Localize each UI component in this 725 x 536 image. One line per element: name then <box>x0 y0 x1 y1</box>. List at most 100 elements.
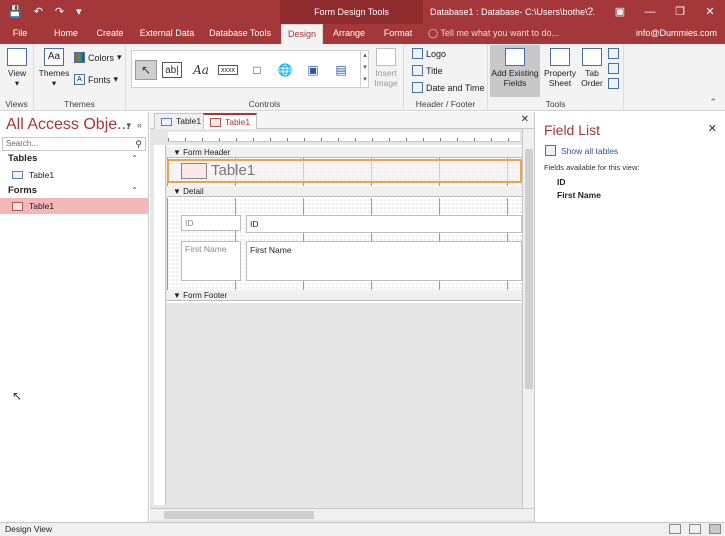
mouse-cursor-icon: ↖ <box>12 389 23 403</box>
tab-format[interactable]: Format <box>378 24 418 44</box>
field-list-pane: Field List ✕ Show all tables Fields avai… <box>534 112 725 522</box>
tab-order-button[interactable]: Tab Order <box>580 48 604 88</box>
lightbulb-icon: ◯ <box>428 28 439 38</box>
field-item-id[interactable]: ID <box>557 177 566 187</box>
logo-placeholder[interactable] <box>181 163 207 179</box>
field-item-first-name[interactable]: First Name <box>557 190 601 200</box>
close-field-list-icon[interactable]: ✕ <box>708 122 717 135</box>
fonts-button[interactable]: A Fonts ▾ <box>74 74 118 85</box>
form-view-icon[interactable] <box>669 524 681 534</box>
gallery-scroll[interactable]: ▴ ▾ ▾ <box>360 50 369 88</box>
tab-order-icon <box>582 48 602 66</box>
undo-icon[interactable]: ↶ <box>34 5 43 18</box>
title-label: Title <box>426 65 443 76</box>
group-header-footer: Logo Title Date and Time Header / Footer <box>404 44 488 111</box>
tab-arrange[interactable]: Arrange <box>328 24 370 44</box>
layout-view-icon[interactable] <box>689 524 701 534</box>
tab-home[interactable]: Home <box>48 24 84 44</box>
form-footer-bar[interactable]: ▼ Form Footer <box>167 290 522 301</box>
logo-button[interactable]: Logo <box>412 48 446 59</box>
help-icon[interactable]: ? <box>575 0 605 24</box>
insert-image-icon <box>376 48 396 66</box>
tab-design[interactable]: Design <box>281 24 323 44</box>
date-time-button[interactable]: Date and Time <box>412 82 485 93</box>
select-pointer-icon[interactable]: ↖ <box>135 60 157 80</box>
tools-group-label: Tools <box>545 99 566 109</box>
tab-database-tools[interactable]: Database Tools <box>204 24 276 44</box>
horizontal-scrollbar[interactable] <box>150 508 534 520</box>
id-text-control[interactable]: ID <box>246 215 522 233</box>
tab-create[interactable]: Create <box>90 24 130 44</box>
nav-item-form-table1[interactable]: Table1 <box>0 198 148 214</box>
nav-menu-icon[interactable]: ▾ <box>126 120 131 131</box>
title-button[interactable]: Title <box>412 65 443 76</box>
form-icon <box>210 117 221 127</box>
status-text: Design View <box>5 524 53 534</box>
account-name[interactable]: info@Dummies.com <box>636 28 717 38</box>
first-name-text-control[interactable]: First Name <box>246 241 522 281</box>
minimize-icon[interactable]: — <box>635 0 665 24</box>
convert-macros-icon[interactable] <box>608 63 619 74</box>
tell-me-box[interactable]: ◯ Tell me what you want to do... <box>428 28 559 39</box>
design-view-icon[interactable] <box>709 524 721 534</box>
tab-external-data[interactable]: External Data <box>136 24 198 44</box>
tab-file[interactable]: File <box>6 24 34 44</box>
customize-qat-icon[interactable]: ▾ <box>76 5 82 18</box>
tab-control-icon[interactable]: □ <box>246 60 268 80</box>
nav-group-tables[interactable]: Tables ⌃ <box>0 152 148 166</box>
save-icon[interactable]: 💾 <box>8 5 22 18</box>
add-existing-fields-button[interactable]: Add Existing Fields <box>490 45 540 97</box>
label-control-icon[interactable]: Aa <box>190 60 212 80</box>
detail-bar[interactable]: ▼ Detail <box>167 186 522 197</box>
view-label: View <box>7 68 27 78</box>
detail-label: Detail <box>183 187 204 196</box>
form-header-bar[interactable]: ▼ Form Header <box>167 147 522 158</box>
property-sheet-button[interactable]: Property Sheet <box>542 48 578 88</box>
doc-tab-label: Table1 <box>176 116 202 126</box>
nav-item-label: Table1 <box>29 170 55 180</box>
nav-search-input[interactable]: Search... ⚲ <box>2 137 146 151</box>
nav-pane-title[interactable]: All Access Obje... <box>6 116 131 134</box>
vertical-scrollbar[interactable] <box>522 129 534 508</box>
view-code-icon[interactable] <box>608 78 619 89</box>
hyperlink-control-icon[interactable]: 🌐 <box>274 60 296 80</box>
shutter-bar-icon[interactable]: « <box>137 120 142 131</box>
view-switcher <box>669 524 721 534</box>
property-sheet-icon <box>550 48 570 66</box>
restore-icon[interactable]: ❐ <box>665 0 695 24</box>
web-browser-control-icon[interactable]: ▣ <box>302 60 324 80</box>
status-bar: Design View <box>0 522 725 536</box>
collapse-ribbon-icon[interactable]: ⌃ <box>709 97 717 108</box>
close-document-icon[interactable]: ✕ <box>521 114 529 125</box>
subform-icon[interactable] <box>608 48 619 59</box>
doc-tab-table1[interactable]: Table1 <box>154 113 209 129</box>
redo-icon[interactable]: ↷ <box>55 5 64 18</box>
collapse-chevron-icon: ⌃ <box>131 186 138 195</box>
property-sheet-label: Property Sheet <box>543 68 577 88</box>
nav-pane-controls: ▾ « <box>126 120 142 131</box>
nav-group-forms[interactable]: Forms ⌃ <box>0 184 148 198</box>
themes-icon: Aa <box>44 48 64 66</box>
id-label-control[interactable]: ID <box>181 215 241 231</box>
scroll-thumb[interactable] <box>164 511 314 519</box>
colors-button[interactable]: Colors ▾ <box>74 52 122 63</box>
form-footer-label: Form Footer <box>183 291 228 300</box>
doc-tab-form-table1[interactable]: Table1 <box>203 113 258 129</box>
fonts-label: Fonts <box>88 74 111 85</box>
logo-label: Logo <box>426 48 447 59</box>
ribbon-display-icon[interactable]: ▣ <box>605 0 635 24</box>
scroll-thumb[interactable] <box>525 149 533 389</box>
textbox-control-icon[interactable]: ab| <box>162 62 182 78</box>
tables-group-label: Tables <box>8 153 38 164</box>
form-title[interactable]: Table1 <box>211 162 255 179</box>
button-control-icon[interactable]: xxxx <box>218 65 238 75</box>
insert-image-button[interactable]: Insert Image <box>372 48 400 88</box>
navigation-control-icon[interactable]: ▤ <box>330 60 352 80</box>
show-all-tables-link[interactable]: Show all tables <box>545 145 618 156</box>
view-button[interactable]: View ▾ <box>5 48 29 88</box>
nav-item-table1[interactable]: Table1 <box>0 167 148 183</box>
themes-button[interactable]: Aa Themes ▾ <box>38 48 70 88</box>
table-icon <box>12 171 23 179</box>
close-window-icon[interactable]: ✕ <box>695 0 725 24</box>
first-name-label-control[interactable]: First Name <box>181 241 241 281</box>
